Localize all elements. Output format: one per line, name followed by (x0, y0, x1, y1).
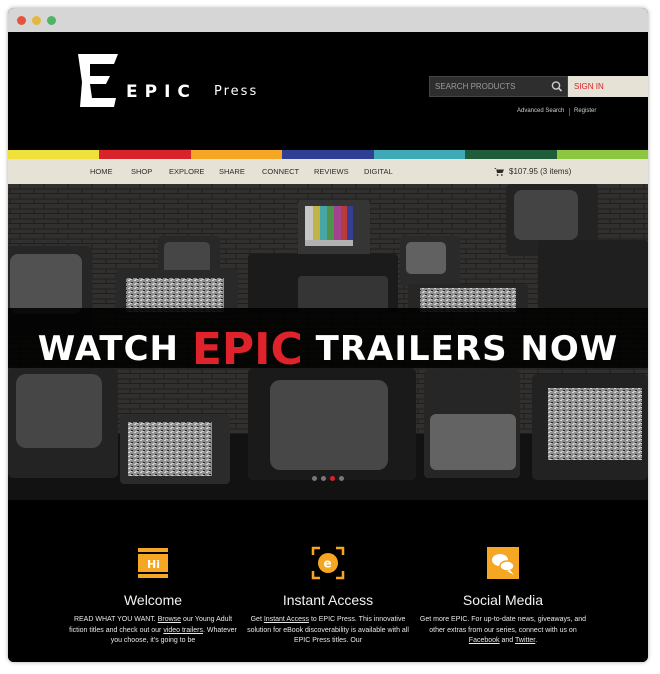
e-access-icon: e (311, 546, 345, 580)
nav-explore[interactable]: EXPLORE (169, 159, 204, 184)
minimize-window-button[interactable] (32, 16, 41, 25)
feature-text: . (535, 637, 538, 644)
stripe-segment (8, 150, 100, 159)
nav-digital[interactable]: DIGITAL (364, 159, 393, 184)
hero-banner: WATCH EPIC TRAILERS NOW (8, 308, 648, 375)
browse-link[interactable]: Browse (158, 616, 181, 623)
facebook-link[interactable]: Facebook (469, 637, 500, 644)
search-button[interactable] (547, 77, 567, 96)
stripe-segment (556, 150, 648, 159)
video-trailers-link[interactable]: video trailers (163, 627, 203, 634)
nav-share[interactable]: SHARE (219, 159, 245, 184)
nav-home[interactable]: HOME (90, 159, 113, 184)
svg-text:e: e (324, 557, 332, 571)
sign-in-button[interactable]: SIGN IN (568, 76, 648, 97)
browser-window: EPIC Press SIGN IN Advanced Search Regis… (8, 8, 648, 662)
carousel-dot[interactable] (312, 476, 317, 481)
website: EPIC Press SIGN IN Advanced Search Regis… (8, 32, 648, 662)
instant-access-link[interactable]: Instant Access (264, 616, 309, 623)
hero-headline-watch: WATCH (37, 329, 179, 369)
window-titlebar (8, 8, 648, 32)
twitter-link[interactable]: Twitter (515, 637, 535, 644)
stripe-segment (190, 150, 283, 159)
logo-press: Press (214, 84, 259, 99)
cart-icon (494, 168, 504, 176)
stripe-segment (99, 150, 191, 159)
features-section: Hi Welcome READ WHAT YOU WANT. Browse ou… (8, 500, 648, 662)
feature-text: READ WHAT YOU WANT. (73, 616, 156, 623)
search-box (429, 76, 568, 97)
hero-headline-epic: EPIC (191, 324, 303, 375)
main-navigation: HOME SHOP EXPLORE SHARE CONNECT REVIEWS … (8, 159, 648, 184)
svg-text:Hi: Hi (147, 558, 160, 571)
carousel-dot[interactable] (339, 476, 344, 481)
speech-bubble-icon (487, 547, 519, 579)
feature-text: and (501, 637, 514, 644)
feature-text: Get more EPIC. For up-to-date news, give… (419, 616, 587, 634)
feature-description: Get more EPIC. For up-to-date news, give… (415, 615, 591, 647)
close-window-button[interactable] (17, 16, 26, 25)
epic-e-logo-icon (78, 54, 118, 107)
nav-connect[interactable]: CONNECT (262, 159, 299, 184)
hi-icon: Hi (138, 548, 168, 578)
feature-description: READ WHAT YOU WANT. Browse our Young Adu… (65, 615, 241, 647)
stripe-segment (282, 150, 374, 159)
carousel-dot[interactable] (321, 476, 326, 481)
feature-title: Social Media (462, 592, 544, 608)
feature-title: Instant Access (282, 592, 374, 608)
feature-description: Get Instant Access to EPIC Press. This i… (240, 615, 416, 647)
hero-headline[interactable]: WATCH EPIC TRAILERS NOW (8, 320, 648, 375)
search-icon (551, 81, 563, 92)
carousel-indicators (308, 476, 348, 484)
nav-reviews[interactable]: REVIEWS (314, 159, 349, 184)
hero-headline-trailers: TRAILERS NOW (315, 329, 619, 369)
nav-shop[interactable]: SHOP (131, 159, 152, 184)
maximize-window-button[interactable] (47, 16, 56, 25)
stripe-segment (465, 150, 557, 159)
advanced-search-link[interactable]: Advanced Search (517, 108, 564, 114)
site-logo[interactable]: EPIC Press (76, 52, 276, 112)
header-link-divider (569, 108, 570, 116)
logo-wordmark: EPIC (126, 82, 197, 102)
color-stripe (8, 150, 648, 159)
feature-title: Welcome (123, 592, 183, 608)
cart-summary: $107.95 (3 items) (509, 167, 572, 176)
carousel-dot-active[interactable] (330, 476, 335, 481)
feature-text: Get (250, 616, 262, 623)
register-link[interactable]: Register (574, 108, 596, 114)
search-input[interactable] (430, 77, 548, 96)
hero-slider[interactable]: WATCH EPIC TRAILERS NOW (8, 184, 648, 500)
stripe-segment (373, 150, 466, 159)
